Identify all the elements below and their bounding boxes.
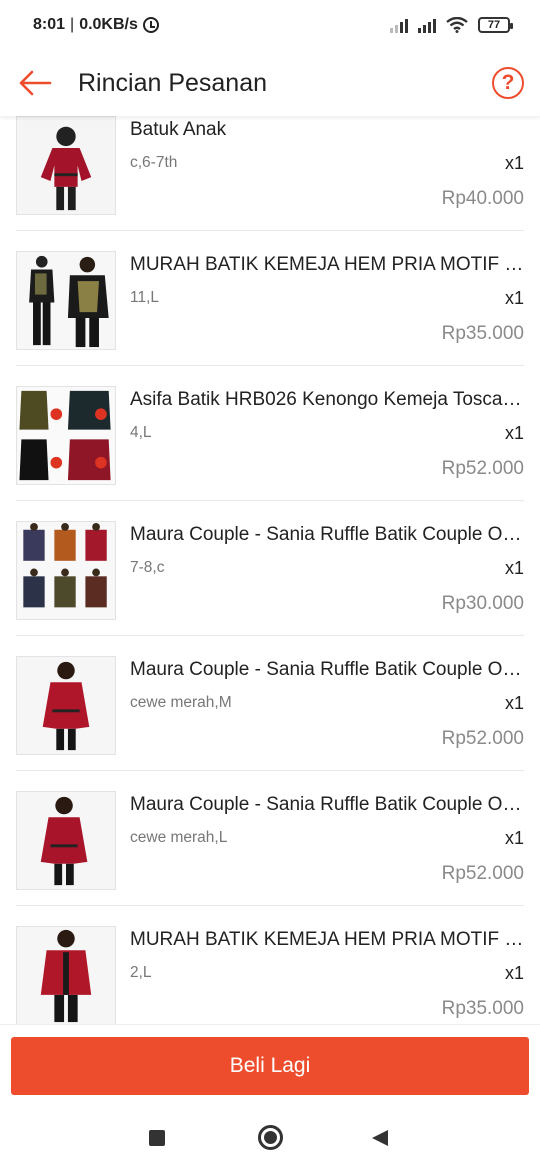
order-item[interactable]: Maura Couple - Sania Ruffle Batik Couple… [16,771,524,906]
question-icon: ? [501,71,515,94]
signal-icon [390,18,408,33]
buy-again-button[interactable]: Beli Lagi [11,1037,529,1095]
product-price: Rp52.000 [441,458,524,479]
product-name: MURAH BATIK KEMEJA HEM PRIA MOTIF KAWUNG [130,929,524,950]
product-quantity: x1 [504,693,524,713]
back-icon[interactable] [372,1130,388,1146]
product-image [17,117,115,214]
network-speed: 0.0KB/s [79,16,138,33]
product-price: Rp52.000 [441,863,524,884]
product-quantity: x1 [504,288,524,308]
help-button[interactable]: ? [492,67,524,99]
product-variant: 11,L [130,289,160,306]
product-variant: cewe merah,L [130,829,228,846]
alarm-icon [142,17,159,33]
product-variant: c,6-7th [130,154,178,171]
system-nav-bar [0,1106,540,1170]
bottom-action-bar: Beli Lagi [0,1024,540,1106]
app-bar: Rincian Pesanan ? [0,50,540,116]
product-image [17,252,115,349]
product-thumbnail [16,656,116,755]
product-quantity: x1 [504,963,524,983]
product-name: Maura Couple - Sania Ruffle Batik Couple… [130,659,524,680]
order-item-list-inner: Batuk Anak c,6-7th x1 Rp40.000 MURAH BAT… [0,116,540,1024]
order-item[interactable]: MURAH BATIK KEMEJA HEM PRIA MOTIF KAWUNG… [16,906,524,1024]
product-name: Batuk Anak [130,119,227,140]
product-name: Asifa Batik HRB026 Kenongo Kemeja Tosca … [130,389,524,410]
product-name: MURAH BATIK KEMEJA HEM PRIA MOTIF KAWUNG [130,254,524,275]
home-icon[interactable] [258,1125,283,1150]
status-bar: 8:01 | 0.0KB/s 77 [0,0,540,50]
page-title: Rincian Pesanan [78,68,268,97]
product-thumbnail [16,521,116,620]
product-variant: 7-8,c [130,559,165,576]
product-price: Rp52.000 [441,728,524,749]
product-variant: 2,L [130,964,152,981]
battery-icon: 77 [478,17,513,33]
product-image [17,387,115,484]
signal-icon [418,18,436,33]
product-quantity: x1 [504,423,524,443]
status-right: 77 [390,17,513,33]
product-image [17,522,115,619]
product-price: Rp35.000 [441,998,524,1019]
order-item[interactable]: Asifa Batik HRB026 Kenongo Kemeja Tosca … [16,366,524,501]
order-item[interactable]: Maura Couple - Sania Ruffle Batik Couple… [16,501,524,636]
order-item[interactable]: Maura Couple - Sania Ruffle Batik Couple… [16,636,524,771]
product-image [17,927,115,1024]
product-quantity: x1 [504,558,524,578]
arrow-left-icon [19,70,52,96]
battery-level: 77 [487,19,501,31]
wifi-icon [446,17,468,33]
product-price: Rp35.000 [441,323,524,344]
back-button[interactable] [0,50,70,116]
product-thumbnail [16,386,116,485]
product-thumbnail [16,251,116,350]
order-item-list[interactable]: Batuk Anak c,6-7th x1 Rp40.000 MURAH BAT… [0,116,540,1024]
product-price: Rp40.000 [441,188,524,209]
product-image [17,657,115,754]
product-thumbnail [16,926,116,1024]
order-item[interactable]: MURAH BATIK KEMEJA HEM PRIA MOTIF KAWUNG… [16,231,524,366]
product-name: Maura Couple - Sania Ruffle Batik Couple… [130,794,524,815]
order-item[interactable]: Batuk Anak c,6-7th x1 Rp40.000 [16,116,524,231]
product-name: Maura Couple - Sania Ruffle Batik Couple… [130,524,524,545]
product-quantity: x1 [504,153,524,173]
product-variant: 4,L [130,424,152,441]
product-image [17,792,115,889]
status-time: 8:01 [33,16,66,33]
product-quantity: x1 [504,828,524,848]
recents-icon[interactable] [149,1130,165,1146]
status-separator: | [70,16,75,33]
product-price: Rp30.000 [441,593,524,614]
product-thumbnail [16,116,116,215]
status-left: 8:01 | 0.0KB/s [33,16,159,34]
product-variant: cewe merah,M [130,694,232,711]
product-thumbnail [16,791,116,890]
